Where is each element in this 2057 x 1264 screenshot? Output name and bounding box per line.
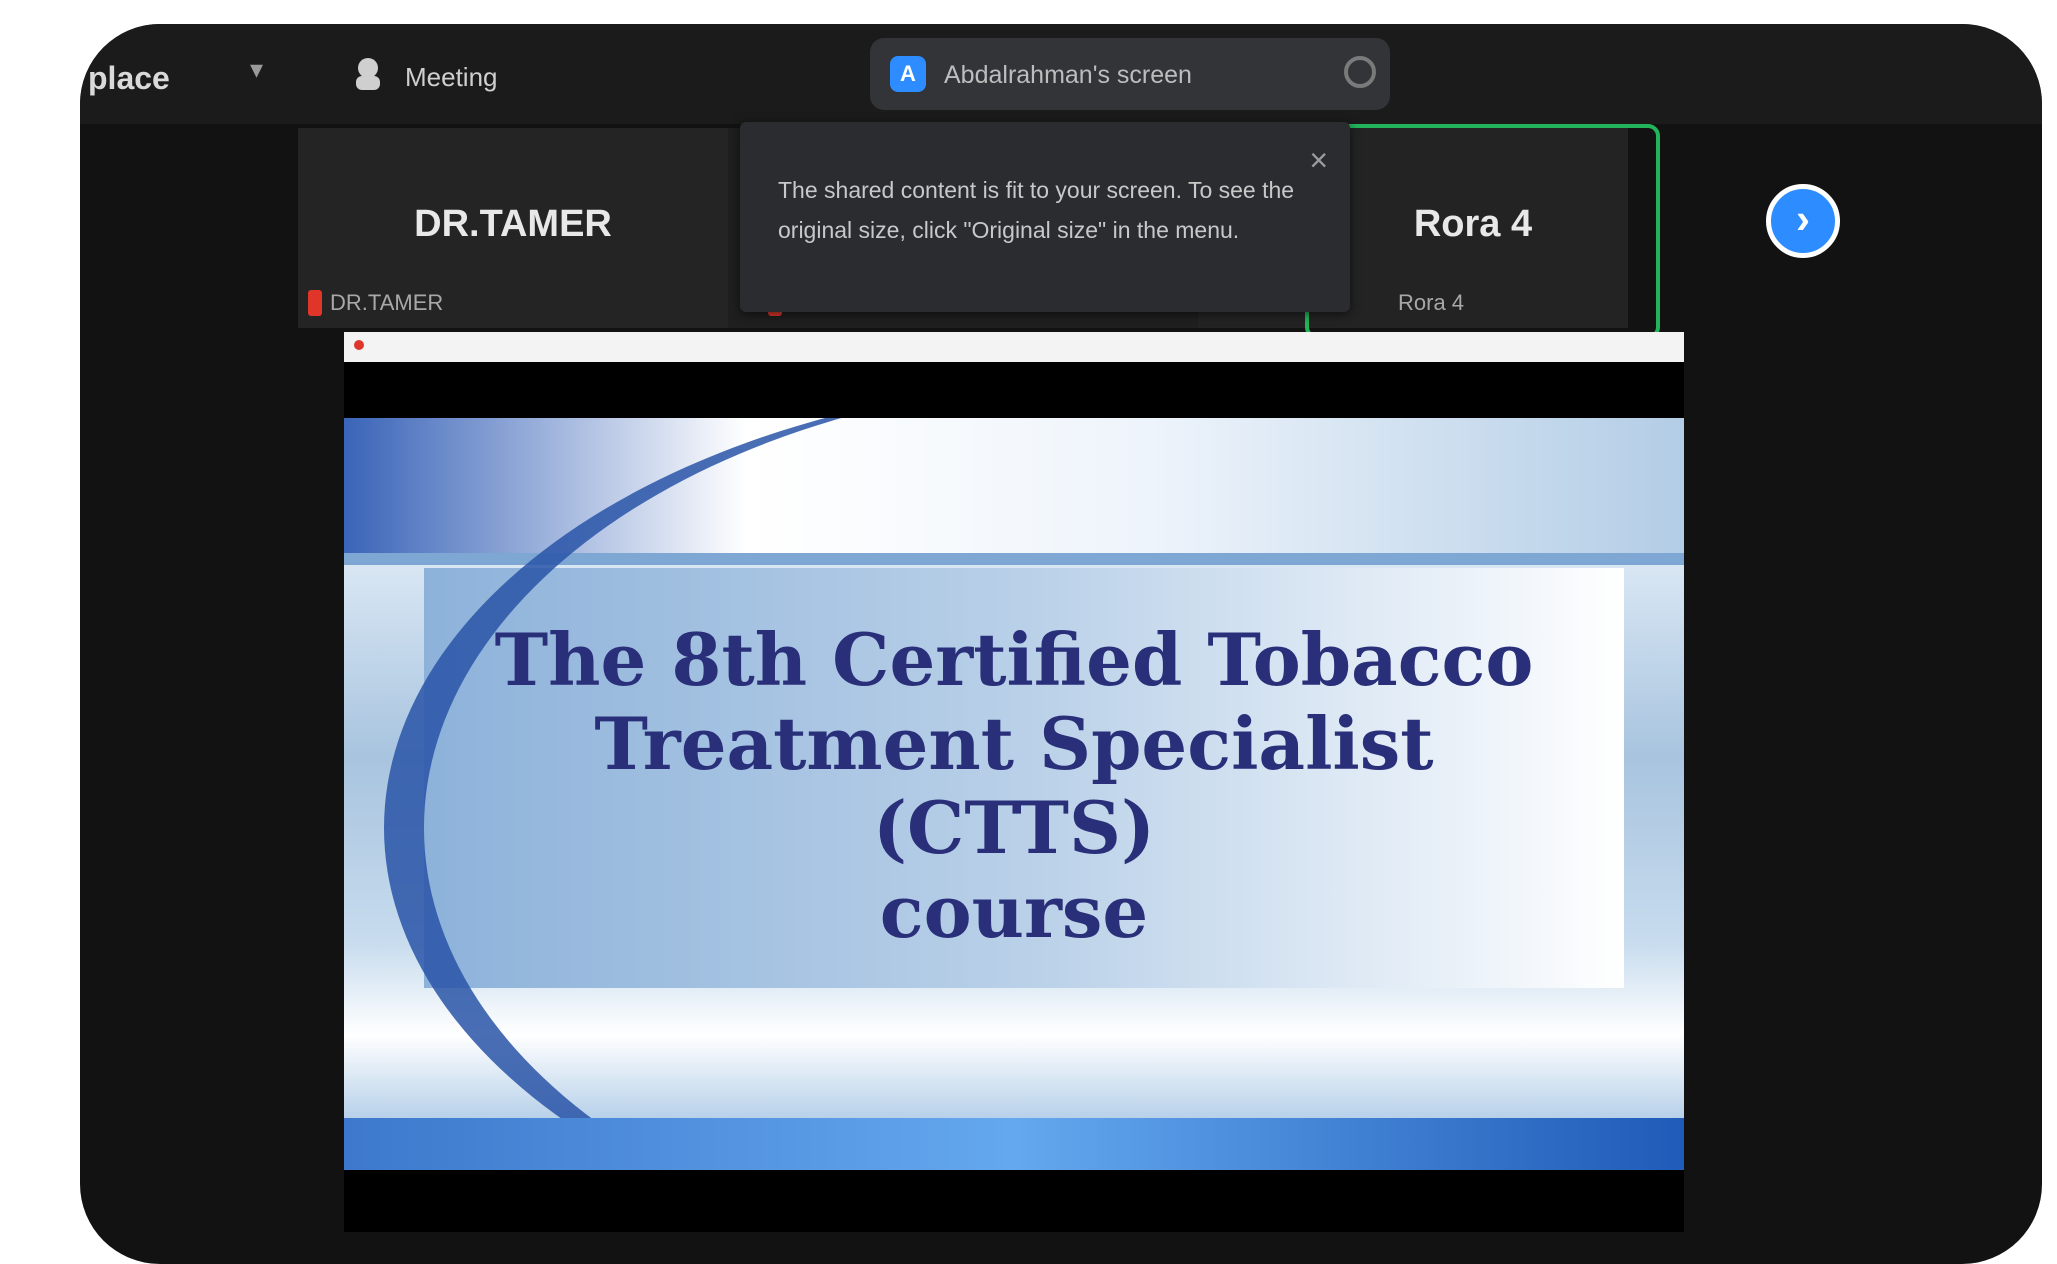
- tooltip-text: The shared content is fit to your screen…: [778, 177, 1295, 243]
- participant-footer: DR.TAMER: [308, 288, 443, 318]
- mic-muted-icon: [308, 290, 322, 316]
- shared-screen: The 8th Certified Tobacco Treatment Spec…: [344, 332, 1684, 1232]
- chevron-down-icon[interactable]: ▾: [250, 54, 263, 85]
- slide-title-line: Treatment Specialist (CTTS): [594, 701, 1434, 870]
- next-page-button[interactable]: ›: [1766, 184, 1840, 258]
- meeting-shield-icon[interactable]: [348, 54, 388, 94]
- app-label: place: [88, 60, 170, 96]
- shared-toolbar-strip: [344, 332, 1684, 362]
- participant-display-name: DR.TAMER: [414, 203, 612, 245]
- meeting-label[interactable]: Meeting: [405, 62, 498, 93]
- slide-title-line: The 8th Certified Tobacco: [494, 617, 1534, 702]
- participant-tile[interactable]: DR.TAMER DR.TAMER: [298, 128, 728, 328]
- close-icon[interactable]: ×: [1309, 144, 1328, 176]
- screen-share-pill[interactable]: A Abdalrahman's screen: [870, 38, 1390, 110]
- meeting-window: place ▾ Meeting A Abdalrahman's screen D…: [80, 24, 2042, 1264]
- share-status-icon[interactable]: [1344, 56, 1376, 88]
- slide-decor-bottom: [344, 1118, 1684, 1170]
- active-speaker-border: [1305, 124, 1660, 339]
- presenter-avatar: A: [890, 56, 926, 92]
- top-bar: place ▾ Meeting A Abdalrahman's screen: [80, 24, 2042, 124]
- slide-title: The 8th Certified Tobacco Treatment Spec…: [464, 618, 1564, 954]
- recording-dot-icon: [354, 340, 364, 350]
- presentation-slide: The 8th Certified Tobacco Treatment Spec…: [344, 418, 1684, 1170]
- fit-to-screen-tooltip: The shared content is fit to your screen…: [740, 122, 1350, 312]
- screen-share-label: Abdalrahman's screen: [944, 61, 1192, 89]
- participant-name: DR.TAMER: [330, 290, 444, 315]
- slide-title-line: course: [879, 869, 1149, 954]
